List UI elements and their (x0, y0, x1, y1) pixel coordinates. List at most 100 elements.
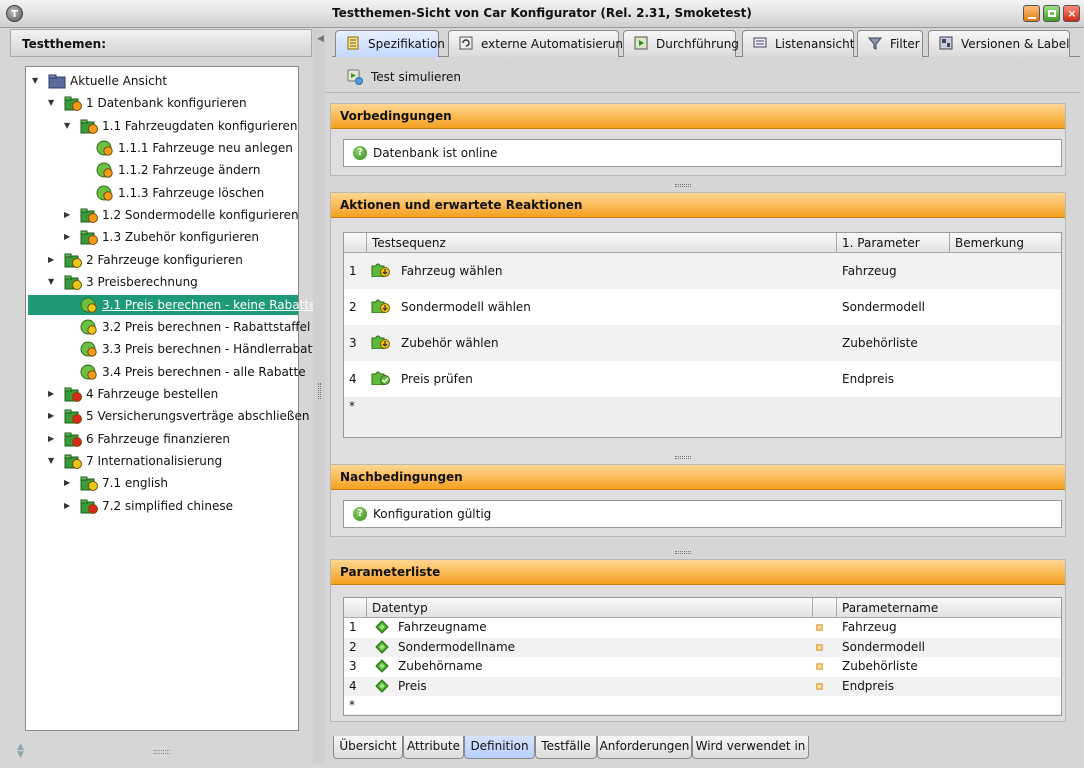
maximize-button[interactable] (1043, 5, 1060, 22)
tab-spezifikation[interactable]: Spezifikation (335, 30, 445, 57)
tree-node[interactable]: ▼ Aktuelle Ansicht (26, 71, 298, 91)
expanded-arrow-icon[interactable]: ▼ (48, 272, 56, 292)
collapsed-arrow-icon[interactable]: ▶ (48, 384, 56, 404)
tree-node-label: 3 Preisberechnung (86, 275, 198, 290)
preconditions-header[interactable]: Vorbedingungen (331, 104, 1065, 129)
tab-externe-automatisierung[interactable]: externe Automatisierung (448, 30, 631, 57)
tree-node[interactable]: ▼ 1.1 Fahrzeugdaten konfigurieren (26, 116, 298, 136)
tree-node[interactable]: 1.1.3 Fahrzeuge löschen (26, 183, 298, 203)
tree-node[interactable]: ▶ 2 Fahrzeuge konfigurieren (26, 250, 298, 270)
action-row[interactable]: 1 Fahrzeug wählen Fahrzeug (344, 253, 1061, 289)
tab-versionen-label[interactable]: Versionen & Label (928, 30, 1070, 57)
parameter-row[interactable]: 2 Sondermodellname Sondermodell (344, 637, 1061, 657)
datatype-name[interactable]: Fahrzeugname (393, 618, 487, 637)
expanded-arrow-icon[interactable]: ▼ (48, 93, 56, 113)
tab-listenansicht[interactable]: Listenansicht (742, 30, 854, 57)
tree-node[interactable]: ▶ 7.1 english (26, 473, 298, 493)
step-name[interactable]: Sondermodell wählen (396, 289, 531, 325)
parameter-name[interactable]: Fahrzeug (837, 618, 897, 637)
step-parameter[interactable]: Fahrzeug (837, 253, 897, 289)
bottom-tab[interactable]: Wird verwendet in (692, 736, 809, 759)
tree-node[interactable]: ▼ 1 Datenbank konfigurieren (26, 93, 298, 113)
tree-node[interactable]: ▶ 7.2 simplified chinese (26, 496, 298, 516)
collapsed-arrow-icon[interactable]: ▶ (64, 205, 72, 225)
collapse-left-icon[interactable]: ◀ (317, 34, 324, 44)
action-new-row[interactable]: * (344, 397, 1061, 415)
postcondition-item[interactable]: ? Konfiguration gültig (343, 500, 1062, 528)
expanded-arrow-icon[interactable]: ▼ (64, 116, 72, 136)
bottom-tab[interactable]: Übersicht (333, 736, 403, 759)
step-parameter[interactable]: Sondermodell (837, 289, 925, 325)
tab-durchführung[interactable]: Durchführung (623, 30, 739, 57)
splitter-grip-icon[interactable] (318, 383, 321, 399)
step-name[interactable]: Fahrzeug wählen (396, 253, 503, 289)
panel-splitter[interactable]: ◀ (313, 29, 325, 764)
tree-node[interactable]: ▼ 7 Internationalisierung (26, 451, 298, 471)
parameter-name[interactable]: Endpreis (837, 677, 894, 696)
tree-node[interactable]: ▼ 3 Preisberechnung (26, 272, 298, 292)
datatype-name[interactable]: Zubehörname (393, 657, 483, 676)
tree-node[interactable]: ▶ 1.3 Zubehör konfigurieren (26, 227, 298, 247)
collapse-panel-icon[interactable]: ▲ ▼ (17, 743, 24, 760)
parameter-row[interactable]: 1 Fahrzeugname Fahrzeug (344, 618, 1061, 638)
step-name[interactable]: Preis prüfen (396, 361, 473, 397)
collapsed-arrow-icon[interactable]: ▶ (48, 406, 56, 426)
tree-node[interactable]: ▶ 5 Versicherungsverträge abschließen (26, 406, 309, 426)
versions-icon (939, 36, 953, 50)
collapsed-arrow-icon[interactable]: ▶ (64, 473, 72, 493)
section-splitter-2[interactable] (675, 456, 691, 459)
parameter-name[interactable]: Zubehörliste (837, 657, 918, 676)
bottom-tab[interactable]: Definition (464, 736, 535, 759)
tree-node[interactable]: 3.3 Preis berechnen - Händlerrabatt (26, 339, 317, 359)
parameters-table[interactable]: Datentyp Parametername 1 Fahrzeugname Fahr… (343, 597, 1062, 716)
parameter-name[interactable]: Sondermodell (837, 638, 925, 657)
bottom-tab[interactable]: Attribute (403, 736, 464, 759)
section-splitter-3[interactable] (675, 551, 691, 554)
collapsed-arrow-icon[interactable]: ▶ (64, 227, 72, 247)
col-header-parameter[interactable]: 1. Parameter (836, 233, 949, 253)
action-row[interactable]: 2 Sondermodell wählen Sondermodell (344, 289, 1061, 325)
section-splitter-1[interactable] (675, 184, 691, 187)
precondition-item[interactable]: ? Datenbank ist online (343, 139, 1062, 167)
step-parameter[interactable]: Zubehörliste (837, 325, 918, 361)
tree-node[interactable]: 3.1 Preis berechnen - keine Rabatte (28, 294, 316, 315)
actions-header[interactable]: Aktionen und erwartete Reaktionen (331, 193, 1065, 218)
actions-table[interactable]: Testsequenz 1. Parameter Bemerkung 1 Fahr… (343, 232, 1062, 438)
bottom-tab[interactable]: Testfälle (535, 736, 597, 759)
action-row[interactable]: 3 Zubehör wählen Zubehörliste (344, 325, 1061, 361)
collapsed-arrow-icon[interactable]: ▶ (48, 250, 56, 270)
postconditions-header[interactable]: Nachbedingungen (331, 465, 1065, 490)
datatype-name[interactable]: Preis (393, 677, 427, 696)
tree-node[interactable]: ▶ 1.2 Sondermodelle konfigurieren (26, 205, 299, 225)
col-header-bemerkung[interactable]: Bemerkung (949, 233, 1061, 253)
parameter-row[interactable]: 3 Zubehörname Zubehörliste (344, 657, 1061, 677)
minimize-button[interactable] (1023, 5, 1040, 22)
step-parameter[interactable]: Endpreis (837, 361, 894, 397)
tree-node[interactable]: 3.4 Preis berechnen - alle Rabatte (26, 362, 306, 382)
collapsed-arrow-icon[interactable]: ▶ (64, 496, 72, 516)
test-themes-tree[interactable]: ▼ Aktuelle Ansicht ▼ 1 Datenbank konfigurie… (25, 66, 317, 731)
tree-node[interactable]: 1.1.1 Fahrzeuge neu anlegen (26, 138, 298, 158)
col-header-datentyp[interactable]: Datentyp (366, 598, 812, 618)
tab-filter[interactable]: Filter (857, 30, 923, 57)
action-row[interactable]: 4 Preis prüfen Endpreis (344, 361, 1061, 397)
step-name[interactable]: Zubehör wählen (396, 325, 499, 361)
parameter-row[interactable]: 4 Preis Endpreis (344, 676, 1061, 696)
datatype-name[interactable]: Sondermodellname (393, 638, 515, 657)
tree-node[interactable]: ▶ 6 Fahrzeuge finanzieren (26, 429, 298, 449)
bottom-tab[interactable]: Anforderungen (597, 736, 692, 759)
tree-node[interactable]: ▶ 4 Fahrzeuge bestellen (26, 384, 298, 404)
simulate-test-button[interactable]: Test simulieren (347, 67, 461, 87)
close-button[interactable]: × (1063, 5, 1080, 22)
col-header-testsequenz[interactable]: Testsequenz (366, 233, 836, 253)
parameters-header[interactable]: Parameterliste (331, 560, 1065, 585)
resize-grip-icon[interactable] (154, 750, 170, 754)
tree-node[interactable]: 1.1.2 Fahrzeuge ändern (26, 160, 298, 180)
collapsed-arrow-icon[interactable]: ▶ (48, 429, 56, 449)
col-header-parametername[interactable]: Parametername (836, 598, 1061, 618)
tree-node[interactable]: 3.2 Preis berechnen - Rabattstaffel (26, 317, 310, 337)
col-header-marker[interactable] (812, 598, 836, 618)
expanded-arrow-icon[interactable]: ▼ (32, 71, 40, 91)
parameter-new-row[interactable]: * (344, 696, 1061, 714)
expanded-arrow-icon[interactable]: ▼ (48, 451, 56, 471)
